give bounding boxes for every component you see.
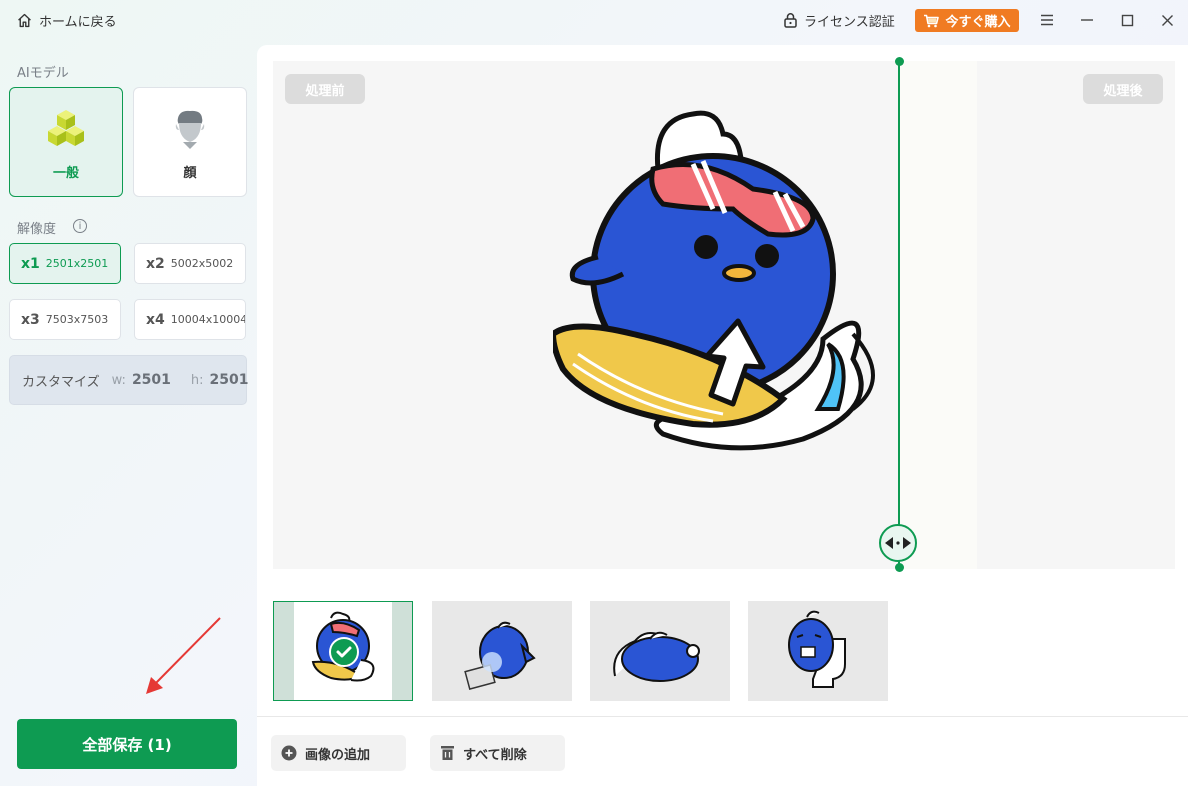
minimize-icon [1081, 19, 1093, 21]
model-face-card[interactable]: 顔 [133, 87, 247, 197]
model-general-card[interactable]: 一般 [9, 87, 123, 197]
resolution-heading: 解像度 [17, 222, 57, 237]
resolution-x3-button[interactable]: x3 7503x7503 [9, 299, 121, 340]
buy-now-button[interactable]: 今すぐ購入 [915, 9, 1019, 32]
pointer-arrow-annotation [146, 617, 221, 694]
selected-check-icon [329, 637, 359, 667]
cart-icon [924, 14, 940, 27]
resolution-x1-button[interactable]: x1 2501x2501 [9, 243, 121, 284]
left-right-arrows-icon [885, 537, 911, 549]
home-label: ホームに戻る [39, 14, 117, 30]
title-bar: ホームに戻る ライセンス認証 今すぐ購入 [0, 0, 1188, 40]
penguin-thumb-image [464, 621, 536, 690]
maximize-button[interactable] [1117, 10, 1137, 30]
before-badge: 処理前 [285, 74, 365, 104]
license-button[interactable]: ライセンス認証 [783, 10, 895, 30]
maximize-icon [1121, 14, 1133, 26]
resolution-size: 2501x2501 [45, 257, 109, 270]
face-icon [175, 110, 205, 149]
thumbnail-side-shade [274, 602, 294, 700]
home-icon [18, 13, 31, 27]
footer-divider [257, 716, 1188, 717]
penguin-surfer-image [553, 110, 875, 451]
preview-area: 処理前 処理後 [273, 61, 1175, 569]
resolution-scale: x4 [146, 311, 165, 328]
width-label: w: [111, 372, 126, 388]
cubes-icon [48, 110, 84, 146]
resolution-x4-button[interactable]: x4 10004x10004 [134, 299, 246, 340]
plus-circle-icon [281, 745, 297, 761]
resolution-scale: x1 [21, 255, 40, 272]
close-button[interactable] [1157, 10, 1177, 30]
thumbnail-side-shade [392, 602, 412, 700]
thumbnail-item[interactable] [273, 601, 413, 701]
home-button[interactable]: ホームに戻る [16, 10, 117, 30]
close-icon [1161, 14, 1173, 26]
model-face-label: 顔 [183, 166, 197, 181]
resolution-scale: x3 [21, 311, 40, 328]
delete-all-label: すべて削除 [463, 747, 527, 763]
menu-button[interactable] [1037, 10, 1057, 30]
height-label: h: [190, 372, 204, 388]
add-image-label: 画像の追加 [305, 747, 371, 763]
split-top-dot [895, 57, 904, 66]
ai-model-heading: AIモデル [17, 66, 69, 81]
thumbnail-item[interactable] [590, 601, 730, 701]
penguin-thumb-image [788, 610, 846, 688]
after-badge: 処理後 [1083, 74, 1163, 104]
trash-icon [441, 746, 454, 760]
compare-split-line[interactable] [898, 61, 900, 568]
compare-slider-handle[interactable] [879, 524, 917, 562]
after-region [899, 61, 977, 569]
hamburger-icon [1041, 14, 1053, 26]
thumbnail-item[interactable] [748, 601, 888, 701]
resolution-size: 10004x10004 [170, 313, 246, 326]
buy-now-label: 今すぐ購入 [945, 15, 1011, 30]
resolution-scale: x2 [146, 255, 165, 272]
penguin-thumb-image [613, 631, 700, 682]
resolution-x2-button[interactable]: x2 5002x5002 [134, 243, 246, 284]
delete-all-button[interactable]: すべて削除 [430, 735, 565, 771]
thumbnail-item[interactable] [432, 601, 572, 701]
resolution-size: 7503x7503 [45, 313, 109, 326]
minimize-button[interactable] [1077, 10, 1097, 30]
license-label: ライセンス認証 [804, 14, 895, 30]
customize-label: カスタマイズ [22, 374, 100, 390]
model-general-label: 一般 [52, 166, 79, 181]
width-value: 2501 [131, 372, 171, 388]
save-all-button[interactable]: 全部保存 (1) [17, 719, 237, 769]
customize-size-box: カスタマイズ w: 2501 h: 2501 [9, 355, 249, 405]
split-bottom-dot [895, 563, 904, 572]
lock-icon [784, 13, 797, 28]
height-value: 2501 [209, 372, 249, 388]
add-image-button[interactable]: 画像の追加 [271, 735, 406, 771]
resolution-size: 5002x5002 [170, 257, 234, 270]
info-icon[interactable]: i [73, 219, 87, 233]
